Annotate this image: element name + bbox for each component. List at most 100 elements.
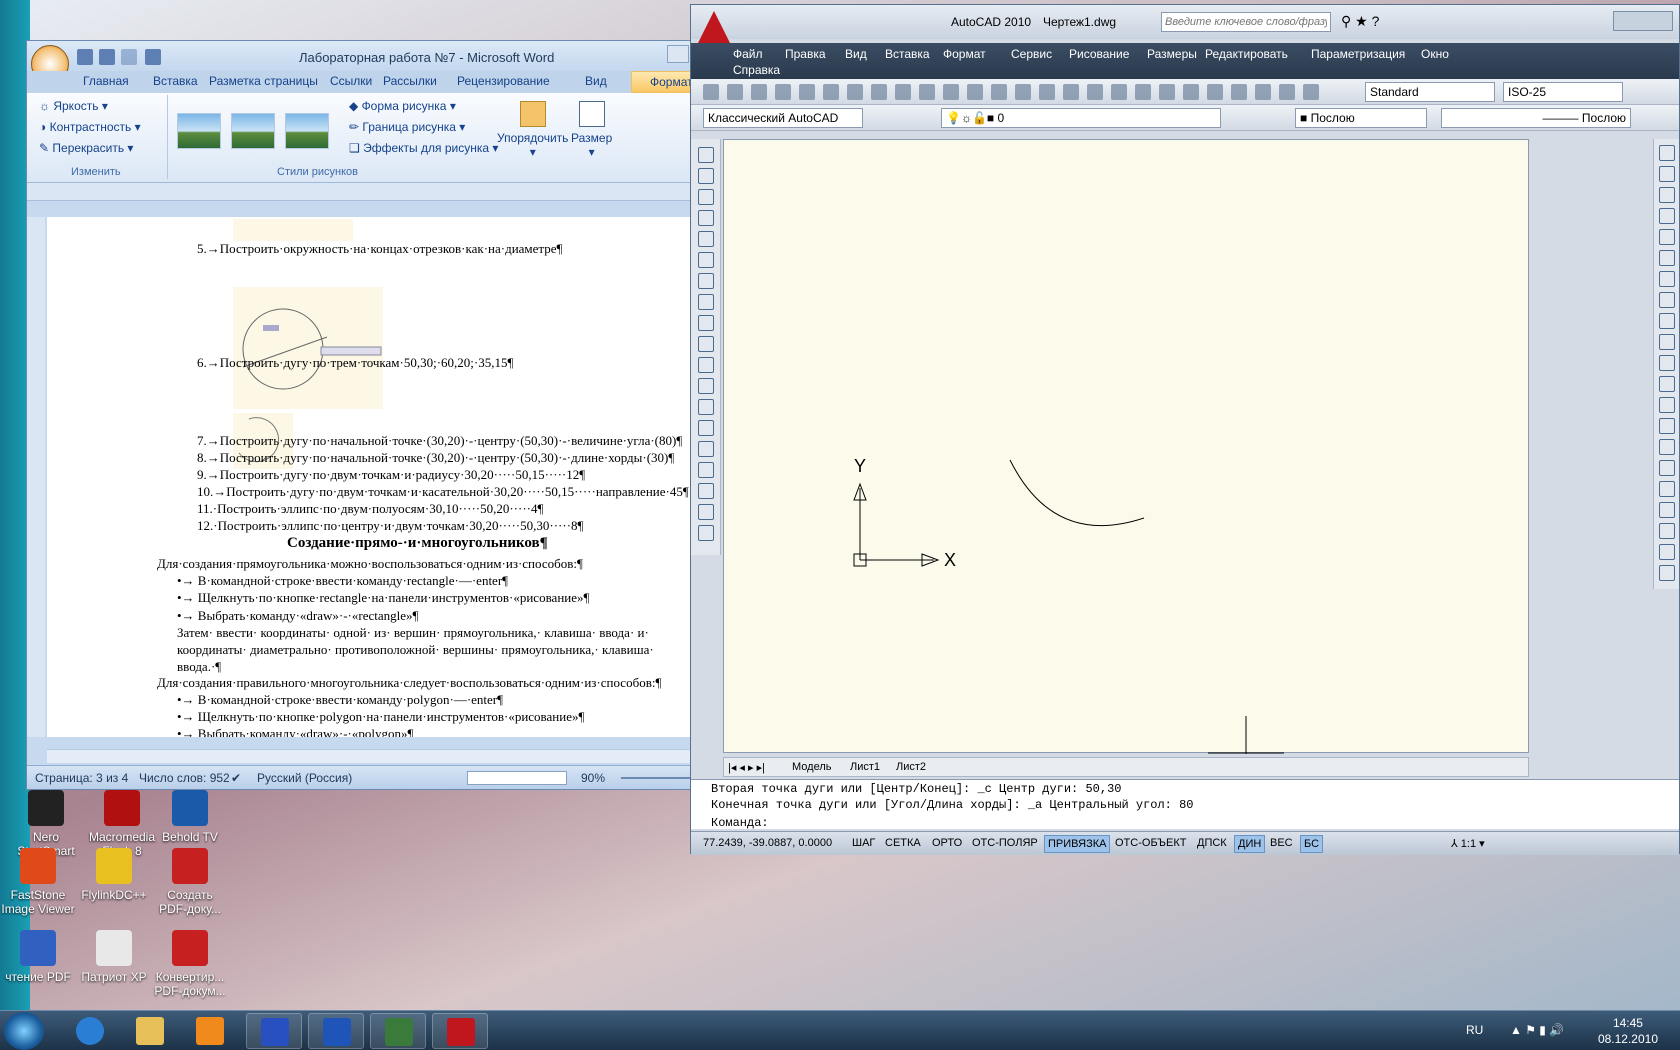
picture-shape-button[interactable]: ◆ Форма рисунка ▾ <box>349 99 456 113</box>
explorer-taskbar-button[interactable] <box>122 1013 178 1049</box>
tab-2[interactable]: Вставка <box>153 74 198 88</box>
undo-icon[interactable] <box>99 49 115 65</box>
menu-item[interactable]: Справка <box>733 63 780 77</box>
modify-tool-icon[interactable] <box>1659 376 1675 392</box>
search-input[interactable] <box>1161 12 1331 32</box>
draw-tool-icon[interactable] <box>698 189 714 205</box>
modify-tool-icon[interactable] <box>1659 439 1675 455</box>
picture-style-thumb[interactable] <box>231 113 275 149</box>
annotation-scale[interactable]: ⅄ 1:1 ▾ <box>1451 837 1485 850</box>
menu-item[interactable]: Вид <box>845 47 867 61</box>
recolor-button[interactable]: ✎ Перекрасить ▾ <box>39 141 133 155</box>
draw-tool-icon[interactable] <box>698 273 714 289</box>
toolbar-icon[interactable] <box>1279 84 1295 100</box>
draw-tool-icon[interactable] <box>698 357 714 373</box>
toolbar-icon[interactable] <box>799 84 815 100</box>
toolbar-icon[interactable] <box>1135 84 1151 100</box>
zoom-level[interactable]: 90% <box>581 771 605 785</box>
status-toggle[interactable]: ОТС-ПОЛЯР <box>969 835 1041 853</box>
print-preview-icon[interactable] <box>145 49 161 65</box>
document-line[interactable]: 9.→Построить·дугу·по·двум·точкам·и·радиу… <box>197 467 585 483</box>
save-icon[interactable] <box>77 49 93 65</box>
draw-tool-icon[interactable] <box>698 378 714 394</box>
document-line[interactable]: 10.→Построить·дугу·по·двум·точкам·и·каса… <box>197 484 689 500</box>
contrast-button[interactable]: ◑ Контрастность ▾ <box>39 120 141 134</box>
tray-icons[interactable]: ▲ ⚑ ▮ 🔊 <box>1510 1023 1564 1037</box>
document-line[interactable]: Для·создания·правильного·многоугольника·… <box>157 675 661 691</box>
tab-4[interactable]: Ссылки <box>330 74 372 88</box>
terminal-taskbar-button[interactable] <box>370 1013 426 1049</box>
language-indicator[interactable]: Русский (Россия) <box>257 771 352 785</box>
toolbar-icon[interactable] <box>823 84 839 100</box>
toolbar-icon[interactable] <box>847 84 863 100</box>
ie-taskbar-button[interactable] <box>62 1013 118 1049</box>
modify-tool-icon[interactable] <box>1659 145 1675 161</box>
size-button[interactable]: Размер ▾ <box>571 101 612 159</box>
drawing-canvas[interactable]: Y X <box>723 139 1529 754</box>
draw-tool-icon[interactable] <box>698 294 714 310</box>
menu-item[interactable]: Вставка <box>885 47 930 61</box>
language-indicator[interactable]: RU <box>1466 1023 1483 1037</box>
toolbar-icon[interactable] <box>1231 84 1247 100</box>
toolbar-icon[interactable] <box>1087 84 1103 100</box>
status-toggle[interactable]: СЕТКА <box>882 835 924 853</box>
document-line[interactable]: 6.→Построить·дугу·по·трем·точкам·50,30;·… <box>197 355 513 371</box>
document-line[interactable]: 5.→Построить·окружность·на·концах·отрезк… <box>197 241 562 257</box>
modify-tool-icon[interactable] <box>1659 229 1675 245</box>
menu-item[interactable]: Формат <box>943 47 986 61</box>
modify-tool-icon[interactable] <box>1659 397 1675 413</box>
draw-tool-icon[interactable] <box>698 231 714 247</box>
tab-5[interactable]: Рассылки <box>383 74 437 88</box>
desktop-icon[interactable]: Патриот XP <box>76 930 152 984</box>
text-style-combo[interactable]: Standard <box>1365 82 1495 102</box>
toolbar-icon[interactable] <box>871 84 887 100</box>
document-line[interactable]: •→ Выбрать·команду·«draw»·-·«polygon»¶ <box>177 726 413 737</box>
document-line[interactable]: •→ В·командной·строке·ввести·команду·rec… <box>177 573 508 589</box>
document-page[interactable]: 5.→Построить·окружность·на·концах·отрезк… <box>47 217 723 737</box>
word-count[interactable]: Число слов: 952 <box>139 771 230 785</box>
toolbar-icon[interactable] <box>1015 84 1031 100</box>
document-line[interactable]: Для·создания·прямоугольника·можно·воспол… <box>157 556 583 572</box>
modify-tool-icon[interactable] <box>1659 208 1675 224</box>
tab-6[interactable]: Рецензирование <box>457 74 550 88</box>
menu-item[interactable]: Сервис <box>1011 47 1052 61</box>
desktop-icon[interactable]: Behold TV <box>152 790 228 844</box>
picture-style-thumb[interactable] <box>285 113 329 149</box>
menu-item[interactable]: Размеры <box>1147 47 1197 61</box>
arrange-button[interactable]: Упорядочить ▾ <box>497 101 568 159</box>
draw-tool-icon[interactable] <box>698 252 714 268</box>
modify-tool-icon[interactable] <box>1659 460 1675 476</box>
desktop-icon[interactable]: Конвертир... PDF-докум... <box>152 930 228 998</box>
toolbar-icon[interactable] <box>1111 84 1127 100</box>
toolbar-icon[interactable] <box>751 84 767 100</box>
figure-image[interactable] <box>233 219 353 241</box>
page-counter[interactable]: Страница: 3 из 4 <box>35 771 128 785</box>
menu-item[interactable]: Правка <box>785 47 826 61</box>
draw-tool-icon[interactable] <box>698 336 714 352</box>
picture-style-thumb[interactable] <box>177 113 221 149</box>
draw-tool-icon[interactable] <box>698 147 714 163</box>
tab-3[interactable]: Разметка страницы <box>209 74 318 88</box>
document-line[interactable]: •→ В·командной·строке·ввести·команду·pol… <box>177 692 503 708</box>
draw-tool-icon[interactable] <box>698 210 714 226</box>
document-line[interactable]: 8.→Построить·дугу·по·начальной·точке·(30… <box>197 450 674 466</box>
vertical-ruler[interactable] <box>27 217 45 737</box>
status-toggle[interactable]: ОТС-ОБЪЕКТ <box>1112 835 1189 853</box>
document-line[interactable]: ввода.·¶ <box>177 659 221 675</box>
desktop-icon[interactable]: FlylinkDC++ <box>76 848 152 902</box>
status-toggle[interactable]: ШАГ <box>849 835 878 853</box>
desktop-icon[interactable]: Создать PDF-доку... <box>152 848 228 916</box>
status-toggle[interactable]: ДПСК <box>1194 835 1230 853</box>
help-icon[interactable]: ⚲ ★ ? <box>1341 13 1379 30</box>
picture-border-button[interactable]: ✏ Граница рисунка ▾ <box>349 120 465 134</box>
dim-style-combo[interactable]: ISO-25 <box>1503 82 1623 102</box>
tab-model[interactable]: Модель <box>792 761 831 773</box>
autocad-taskbar-button[interactable] <box>432 1013 488 1049</box>
tab-1[interactable]: Главная <box>83 74 129 88</box>
toolbar-icon[interactable] <box>1255 84 1271 100</box>
draw-tool-icon[interactable] <box>698 525 714 541</box>
draw-tool-icon[interactable] <box>698 420 714 436</box>
modify-tool-icon[interactable] <box>1659 523 1675 539</box>
toolbar-icon[interactable] <box>967 84 983 100</box>
minimize-button[interactable] <box>667 45 689 63</box>
